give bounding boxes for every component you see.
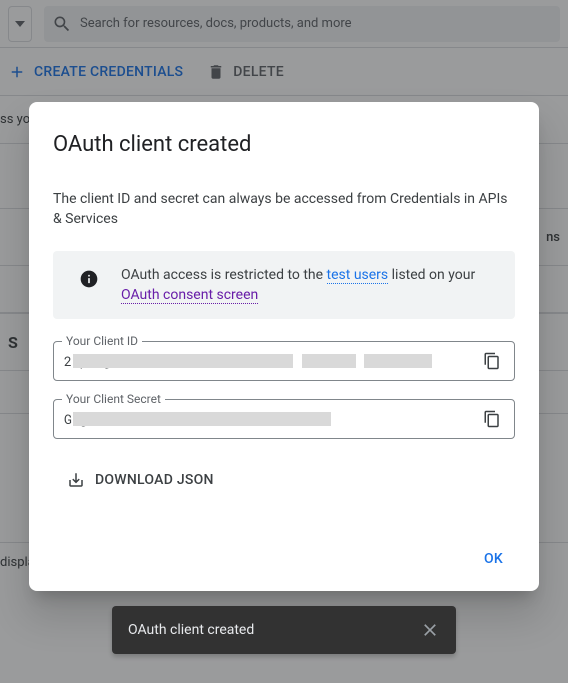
copy-client-secret-button[interactable] (478, 405, 506, 433)
dialog-lead-text: The client ID and secret can always be a… (53, 189, 515, 229)
client-secret-value[interactable]: G g (64, 410, 478, 428)
test-users-link[interactable]: test users (327, 267, 389, 284)
client-id-value[interactable]: 2 ps.gc (64, 352, 478, 370)
download-json-button[interactable]: DOWNLOAD JSON (67, 471, 515, 489)
snackbar-message: OAuth client created (128, 622, 254, 638)
oauth-created-dialog: OAuth client created The client ID and s… (29, 102, 539, 591)
alert-text: OAuth access is restricted to the test u… (121, 265, 499, 305)
copy-client-id-button[interactable] (478, 347, 506, 375)
client-id-label: Your Client ID (62, 334, 142, 348)
download-json-label: DOWNLOAD JSON (95, 472, 214, 488)
close-icon (420, 620, 440, 640)
info-icon (79, 269, 99, 289)
ok-button[interactable]: OK (472, 543, 515, 575)
copy-icon (483, 410, 501, 428)
client-id-field: Your Client ID 2 ps.gc (53, 341, 515, 381)
info-alert: OAuth access is restricted to the test u… (53, 251, 515, 319)
client-secret-field: Your Client Secret G g (53, 399, 515, 439)
consent-screen-link[interactable]: OAuth consent screen (121, 287, 258, 304)
download-icon (67, 471, 85, 489)
copy-icon (483, 352, 501, 370)
client-secret-label: Your Client Secret (62, 392, 165, 406)
dialog-title: OAuth client created (53, 132, 515, 157)
snackbar-close-button[interactable] (412, 612, 448, 648)
snackbar: OAuth client created (112, 606, 456, 654)
